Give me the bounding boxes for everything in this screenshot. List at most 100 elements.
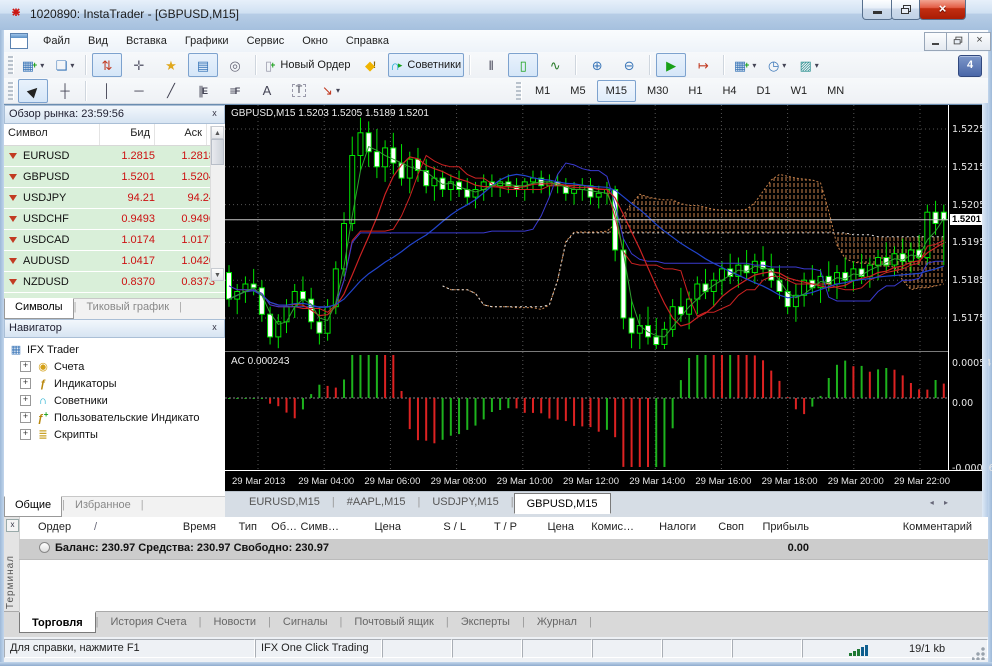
market-watch-row-NZDUSD[interactable]: NZDUSD 0.8370 0.8373 [4,272,225,293]
chart-shift-button[interactable]: ↦ [688,53,718,77]
timeframe-mn-button[interactable]: MN [818,80,853,102]
status-trading-mode[interactable]: IFX One Click Trading [255,639,382,658]
terminal-column-13[interactable]: Комментарий [857,521,972,533]
market-watch-button[interactable]: ⇅ [92,53,122,77]
chart-window[interactable]: GBPUSD,M15 1.5203 1.5205 1.5189 1.5201 A… [225,105,992,492]
dropdown-arrow-icon[interactable]: ▾ [70,61,74,70]
terminal-tab-5[interactable]: Эксперты [449,612,522,631]
favorites-button[interactable]: ★ [156,53,186,77]
window-minimize-button[interactable] [862,0,893,20]
navigator-tab-0[interactable]: Общие [4,496,63,517]
profiles-button[interactable]: ❏ ▾ [50,53,80,77]
menu-item-3[interactable]: Графики [176,30,238,52]
chart-tab-1[interactable]: #AAPL,M15 [335,492,418,511]
crosshair-button[interactable]: ┼ [50,79,80,103]
column-ask[interactable]: Аск [155,124,207,145]
menu-item-6[interactable]: Справка [337,30,398,52]
navigator-item-ifx-trader[interactable]: ▦ IFX Trader [8,341,225,358]
timeframe-h4-button[interactable]: H4 [713,80,745,102]
expand-icon[interactable]: + [20,412,31,423]
terminal-column-0[interactable]: Ордер [38,521,71,533]
warning-button[interactable]: ◆! [356,53,386,77]
market-watch-row-EURUSD[interactable]: EURUSD 1.2815 1.2818 [4,146,225,167]
fibo-button[interactable]: ≡ F [220,79,250,103]
expand-icon[interactable]: + [20,429,31,440]
terminal-close-icon[interactable]: x [6,519,19,532]
terminal-tab-0[interactable]: Торговля [19,611,96,633]
market-watch-scrollbar[interactable]: ▲ ▼ [210,126,225,281]
tester-button[interactable]: ◎ [220,53,250,77]
bar-chart-button[interactable]: ‖ [476,53,506,77]
templates-button[interactable]: ▨ ▾ [794,53,824,77]
toolbar-grip[interactable] [8,56,14,74]
h-line-button[interactable]: ─ [124,79,154,103]
advisors-button[interactable]: ∩ ▸ Советники [387,53,465,77]
main-chart-canvas[interactable] [225,105,948,351]
dropdown-arrow-icon[interactable]: ▾ [752,61,756,70]
dropdown-arrow-icon[interactable]: ▾ [782,61,786,70]
chart-tab-3[interactable]: GBPUSD,M15 [513,493,611,514]
mdi-close-button[interactable]: × [968,32,991,51]
dropdown-arrow-icon[interactable]: ▾ [40,61,44,70]
terminal-tab-4[interactable]: Почтовый ящик [342,612,445,631]
price-axis[interactable]: 1.5225 1.5215 1.5205 1.5195 1.5185 1.5175 1.52… [948,105,992,474]
resize-grip[interactable] [972,646,986,660]
timeframe-m15-button[interactable]: M15 [596,79,636,102]
navigator-item-советники[interactable]: + ∩ Советники [8,392,225,409]
sort-icon[interactable]: / [94,521,97,533]
window-restore-button[interactable] [891,0,921,20]
data-window-button[interactable]: ▤ [188,53,218,77]
mdi-restore-button[interactable] [946,32,969,51]
periods-button[interactable]: ◷ ▾ [762,53,792,77]
market-watch-row-GBPUSD[interactable]: GBPUSD 1.5201 1.5204 [4,167,225,188]
navigator-close-icon[interactable]: x [207,321,222,335]
time-axis[interactable]: 29 Mar 2013 29 Mar 04:00 29 Mar 06:00 29 Ma… [225,470,982,492]
menu-item-2[interactable]: Вставка [117,30,176,52]
navigator-item-счета[interactable]: + ◉ Счета [8,358,225,375]
market-watch-row-AUDUSD[interactable]: AUDUSD 1.0417 1.0420 [4,251,225,272]
dropdown-arrow-icon[interactable]: ▾ [336,86,340,95]
trend-line-button[interactable]: ╱ [156,79,186,103]
market-watch-row-USDJPY[interactable]: USDJPY 94.21 94.24 [4,188,225,209]
zoom-in-button[interactable]: ⊕ [582,53,612,77]
chart-tab-2[interactable]: USDJPY,M15 [420,492,510,511]
navigator-item-скрипты[interactable]: + ≣ Скрипты [8,426,225,443]
candle-chart-button[interactable]: ▯ [508,53,539,77]
menu-item-4[interactable]: Сервис [238,30,294,52]
terminal-balance-row[interactable]: Баланс: 230.97 Средства: 230.97 Свободно… [19,539,988,560]
cursor-button[interactable]: ▶ [18,78,48,103]
terminal-tab-1[interactable]: История Счета [99,612,199,631]
timeframe-m1-button[interactable]: M1 [526,80,559,102]
navigator-item-индикаторы[interactable]: + ƒ Индикаторы [8,375,225,392]
market-watch-row-USDCHF[interactable]: USDCHF 0.9493 0.9496 [4,209,225,230]
navigator-item-пользовательские-индикато[interactable]: + ƒ+ Пользовательские Индикато [8,409,225,426]
terminal-tab-2[interactable]: Новости [201,612,268,631]
indicators-button[interactable]: ▦ + ▾ [730,53,760,77]
timeframe-h1-button[interactable]: H1 [679,80,711,102]
expand-icon[interactable]: + [20,395,31,406]
scroll-down-icon[interactable]: ▼ [211,268,224,281]
market-watch-tab-0[interactable]: Символы [4,298,74,319]
channel-button[interactable]: ∥ E [188,79,218,103]
chart-tab-scroll-icons[interactable]: ◂ ▸ [930,498,952,507]
mdi-minimize-button[interactable] [924,32,947,51]
v-line-button[interactable]: │ [92,79,122,103]
new-order-button[interactable]: ▯ + Новый Ордер [262,53,354,77]
timeframe-w1-button[interactable]: W1 [782,80,817,102]
terminal-tab-6[interactable]: Журнал [525,612,589,631]
market-watch-tab-1[interactable]: Тиковый график [76,299,179,319]
ac-indicator-canvas[interactable] [225,352,948,470]
crosshair-window-button[interactable]: ✛ [124,53,154,77]
timeframe-m30-button[interactable]: M30 [638,80,677,102]
column-bid[interactable]: Бид [100,124,155,145]
zoom-out-button[interactable]: ⊖ [614,53,644,77]
timeframe-d1-button[interactable]: D1 [748,80,780,102]
expand-icon[interactable]: + [20,378,31,389]
window-close-button[interactable]: × [919,0,966,20]
chart-window-icon[interactable] [10,33,28,49]
terminal-tab-3[interactable]: Сигналы [271,612,340,631]
expand-icon[interactable]: + [20,361,31,372]
line-chart-button[interactable]: ∿ [540,53,570,77]
scroll-thumb[interactable] [211,139,224,165]
column-symbol[interactable]: Символ [4,124,100,145]
